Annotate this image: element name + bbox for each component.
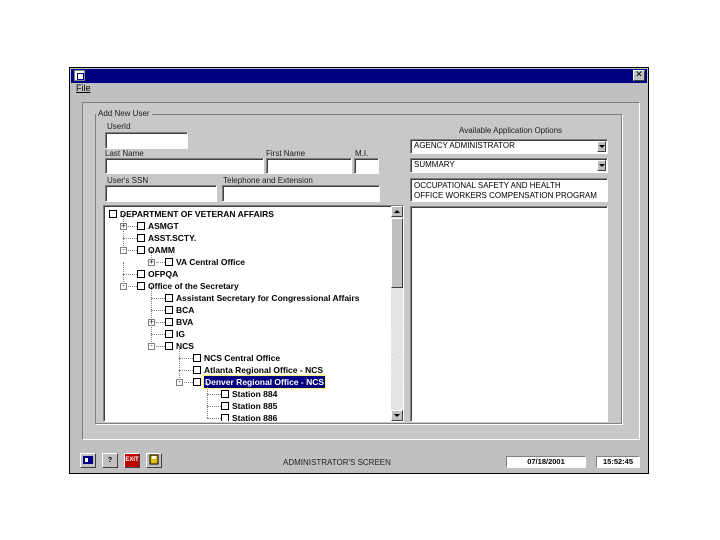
checkbox-icon[interactable] (137, 270, 145, 278)
collapse-icon[interactable]: - (120, 283, 127, 290)
checkbox-icon[interactable] (165, 318, 173, 326)
checkbox-icon[interactable] (137, 246, 145, 254)
tree-connector (151, 310, 165, 311)
available-options-label: Available Application Options (459, 126, 563, 135)
tree-connector (179, 358, 180, 370)
menu-bar: File (71, 83, 647, 95)
time-panel: 15:52:45 (596, 456, 640, 468)
collapse-icon[interactable]: - (176, 379, 183, 386)
tree-node-label: Office of the Secretary (148, 281, 239, 291)
tree-node-label: OFPQA (148, 269, 179, 279)
collapse-icon[interactable]: - (148, 343, 155, 350)
close-button[interactable]: ✕ (633, 70, 645, 81)
tree-node-label: Station 884 (232, 389, 278, 399)
user-id-label: UserId (107, 122, 131, 131)
ssn-label: User's SSN (107, 176, 149, 185)
tree-node-label: IG (176, 329, 185, 339)
scroll-down-button[interactable] (391, 410, 403, 421)
expand-icon[interactable]: + (148, 259, 155, 266)
dropdown-arrow-icon[interactable] (597, 160, 606, 171)
tree-connector (151, 322, 152, 334)
checkbox-icon[interactable] (193, 366, 201, 374)
options-list[interactable] (410, 206, 608, 422)
checkbox-icon[interactable] (221, 390, 229, 398)
tree-connector (123, 238, 137, 239)
tree-connector (123, 262, 124, 274)
tree-connector (207, 394, 208, 406)
save-icon[interactable] (146, 453, 162, 468)
tree-node-label: OAMM (148, 245, 175, 255)
ssn-field[interactable] (105, 185, 217, 202)
phone-label: Telephone and Extension (223, 176, 313, 185)
collapse-icon[interactable]: - (120, 247, 127, 254)
checkbox-icon[interactable] (165, 330, 173, 338)
tree-node-label: ASST.SCTY. (148, 233, 197, 243)
tree-node-label: Station 885 (232, 401, 278, 411)
mi-label: M.I. (355, 149, 369, 158)
checkbox-icon[interactable] (165, 294, 173, 302)
tree-connector (179, 370, 193, 371)
tree-node-label: NCS Central Office (204, 353, 281, 363)
title-bar[interactable]: ✕ (71, 69, 647, 83)
checkbox-icon[interactable] (221, 414, 229, 421)
checkbox-icon[interactable] (137, 234, 145, 242)
exit-icon[interactable]: EXIT (124, 453, 140, 468)
scroll-thumb[interactable] (391, 218, 403, 288)
tree-connector (151, 286, 152, 298)
tree-node-label: BCA (176, 305, 195, 315)
report-type-select[interactable]: SUMMARY (410, 158, 608, 173)
last-name-field[interactable] (105, 158, 264, 174)
tree-scrollbar[interactable] (391, 206, 403, 421)
checkbox-icon[interactable] (137, 282, 145, 290)
users-icon[interactable] (80, 453, 96, 468)
tree-connector (179, 346, 180, 358)
user-id-field[interactable] (105, 132, 188, 149)
tree-connector (151, 298, 165, 299)
checkbox-icon[interactable] (109, 210, 117, 218)
checkbox-icon[interactable] (193, 378, 201, 386)
phone-field[interactable] (222, 185, 380, 202)
date-panel: 07/18/2001 (506, 456, 586, 468)
tree-connector (151, 334, 165, 335)
checkbox-icon[interactable] (165, 258, 173, 266)
tree-node-label: Denver Regional Office - NCS (202, 375, 327, 389)
first-name-field[interactable] (266, 158, 352, 174)
scroll-up-button[interactable] (391, 206, 403, 217)
tree-connector (123, 274, 137, 275)
help-icon[interactable]: ? (102, 453, 118, 468)
checkbox-icon[interactable] (137, 222, 145, 230)
application-option-select[interactable]: AGENCY ADMINISTRATOR (410, 139, 608, 154)
mi-field[interactable] (354, 158, 379, 174)
last-name-label: Last Name (105, 149, 144, 158)
tree-node-label: VA Central Office (176, 257, 245, 267)
tree-connector (151, 298, 152, 310)
checkbox-icon[interactable] (193, 354, 201, 362)
checkbox-icon[interactable] (221, 402, 229, 410)
app-icon[interactable] (74, 70, 85, 81)
checkbox-icon[interactable] (165, 306, 173, 314)
tree-node-label: ASMGT (148, 221, 179, 231)
menu-file[interactable]: File (76, 83, 91, 93)
program-text-box[interactable]: OCCUPATIONAL SAFETY AND HEALTH OFFICE WO… (410, 178, 608, 202)
group-label: Add New User (96, 109, 152, 118)
tree-connector (179, 358, 193, 359)
checkbox-icon[interactable] (165, 342, 173, 350)
tree-connector (207, 418, 221, 419)
tree-connector (207, 394, 221, 395)
screen-name: ADMINISTRATOR'S SCREEN (283, 458, 391, 467)
tree-connector (207, 406, 208, 418)
tree-connector (207, 382, 208, 394)
dropdown-arrow-icon[interactable] (597, 141, 606, 152)
tree-node-label: DEPARTMENT OF VETERAN AFFAIRS (120, 209, 274, 219)
organization-tree[interactable]: DEPARTMENT OF VETERAN AFFAIRS ASMGT + ASST.… (103, 205, 404, 422)
first-name-label: First Name (266, 149, 306, 158)
tree-connector (123, 226, 124, 238)
tree-node-label: Atlanta Regional Office - NCS (204, 365, 324, 375)
tree-node-label: Assistant Secretary for Congressional Af… (176, 293, 360, 303)
tree-node-label: Station 886 (232, 413, 278, 422)
tree-node-label: BVA (176, 317, 194, 327)
tree-connector (207, 406, 221, 407)
